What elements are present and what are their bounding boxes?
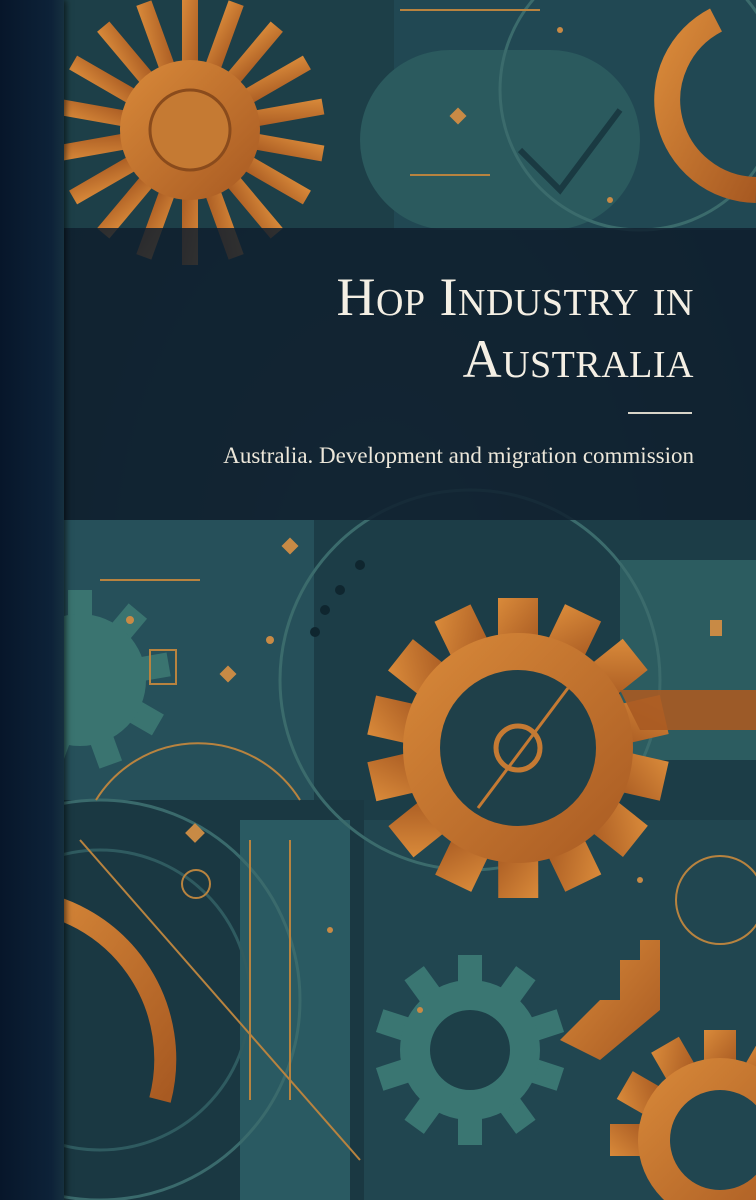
title-divider [628,412,692,414]
book-cover: Hop Industry in Australia Australia. Dev… [0,0,756,1200]
book-spine [0,0,64,1200]
gear-pattern-artwork [0,0,756,1200]
book-title-line-2: Australia [462,329,694,389]
book-title: Hop Industry in Australia [336,266,694,390]
book-title-line-1: Hop Industry in [336,267,694,327]
book-author: Australia. Development and migration com… [223,443,694,468]
title-panel: Hop Industry in Australia Australia. Dev… [64,228,756,520]
